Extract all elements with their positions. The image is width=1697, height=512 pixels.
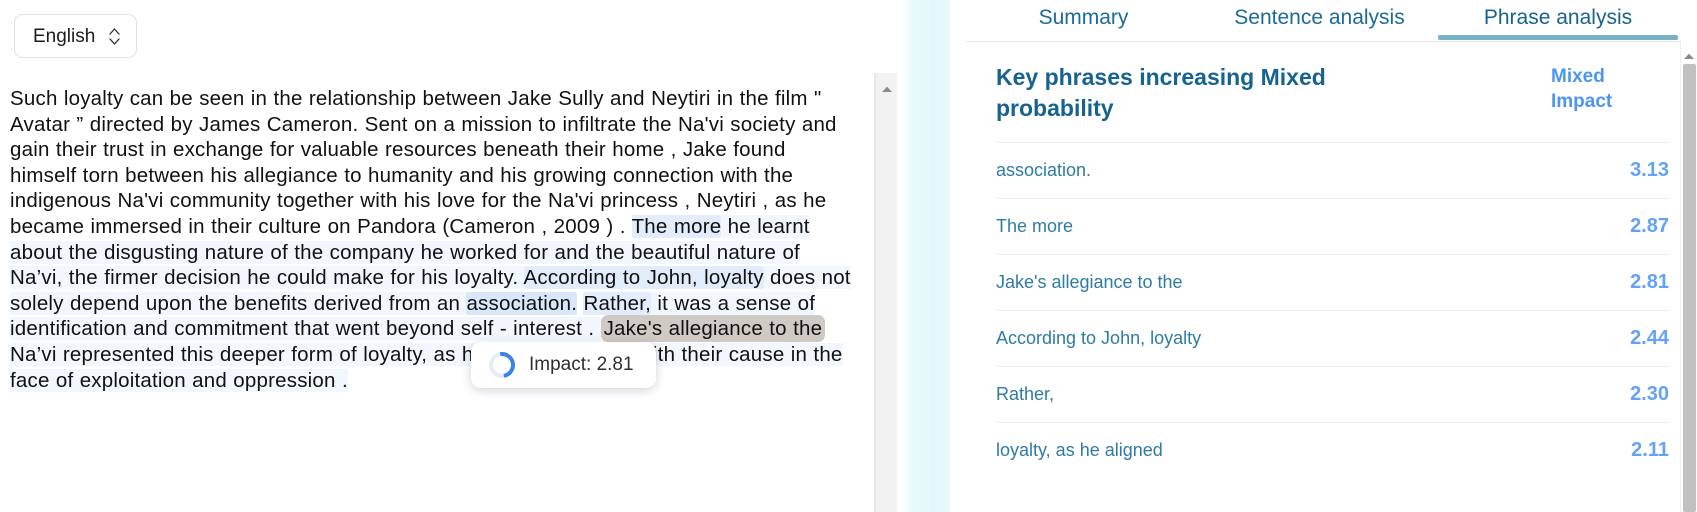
phrase-impact-value: 2.44 [1630,327,1669,349]
phrase-analysis-header: Key phrases increasing Mixed probability… [996,42,1669,142]
analysis-tabs: Summary Sentence analysis Phrase analysi… [950,0,1697,42]
app-root: English Such loyalty can be seen in the … [0,0,1697,512]
phrase-impact-value: 3.13 [1630,159,1669,181]
essay-text[interactable]: Such loyalty can be seen in the relation… [10,86,855,393]
phrase-row[interactable]: According to John, loyalty 2.44 [996,310,1669,366]
phrase-label: association. [996,160,1092,180]
text-segment[interactable]: The more [631,214,722,238]
language-select-value: English [33,25,96,47]
language-toolbar: English [0,0,897,72]
phrase-row[interactable]: association. 3.13 [996,142,1669,198]
phrase-label: The more [996,216,1074,236]
document-pane: English Such loyalty can be seen in the … [0,0,897,512]
analysis-scrollbar-thumb[interactable] [1683,64,1696,512]
chevron-updown-icon [109,27,120,45]
hovered-phrase[interactable]: Jake's allegiance to the [600,315,826,343]
phrase-label: Jake's allegiance to the [996,272,1183,292]
panel-title: Key phrases increasing Mixed probability [996,64,1326,121]
phrase-impact-value: 2.87 [1630,215,1669,237]
tab-summary-label: Summary [1038,6,1129,29]
phrase-impact-value: 2.30 [1630,383,1669,405]
analysis-pane: Summary Sentence analysis Phrase analysi… [950,0,1697,512]
language-select[interactable]: English [14,14,138,58]
panel-gap-strip [897,0,950,512]
scroll-up-icon[interactable] [1684,47,1695,65]
analysis-scrollbar[interactable] [1680,42,1697,512]
phrase-row[interactable]: The more 2.87 [996,198,1669,254]
loading-spinner-icon [483,346,521,384]
tab-sentence-analysis[interactable]: Sentence analysis [1201,0,1438,40]
active-tab-underline [1438,35,1678,40]
text-segment[interactable]: Na’vi represented this deeper form of [10,342,364,366]
impact-tooltip: Impact: 2.81 [471,342,656,388]
phrase-label: Rather, [996,384,1055,404]
tab-summary[interactable]: Summary [966,0,1201,40]
impact-tooltip-label: Impact: 2.81 [529,354,634,375]
phrase-impact-value: 2.11 [1631,439,1669,461]
phrase-table: association. 3.13 The more 2.87 Jake's alleg… [996,142,1669,478]
text-segment[interactable]: According to John, loyalty [523,266,764,290]
scroll-up-icon[interactable] [881,80,892,98]
document-scroll-area[interactable]: Such loyalty can be seen in the relation… [0,72,897,512]
tab-phrase-analysis-label: Phrase analysis [1483,6,1633,29]
text-segment[interactable]: association. [466,291,578,315]
tab-phrase-analysis[interactable]: Phrase analysis [1438,0,1678,40]
document-scrollbar[interactable] [875,73,897,512]
phrase-label: loyalty, as he aligned [996,440,1163,460]
phrase-analysis-panel: Key phrases increasing Mixed probability… [950,42,1697,512]
tab-sentence-analysis-label: Sentence analysis [1234,6,1405,29]
metric-column-header: Mixed Impact [1551,66,1613,112]
phrase-impact-value: 2.81 [1630,271,1669,293]
phrase-row[interactable]: Jake's allegiance to the 2.81 [996,254,1669,310]
phrase-row[interactable]: Rather, 2.30 [996,366,1669,422]
phrase-row[interactable]: loyalty, as he aligned 2.11 [996,422,1669,478]
text-segment[interactable]: Rather, [583,291,652,315]
phrase-label: According to John, loyalty [996,328,1202,348]
